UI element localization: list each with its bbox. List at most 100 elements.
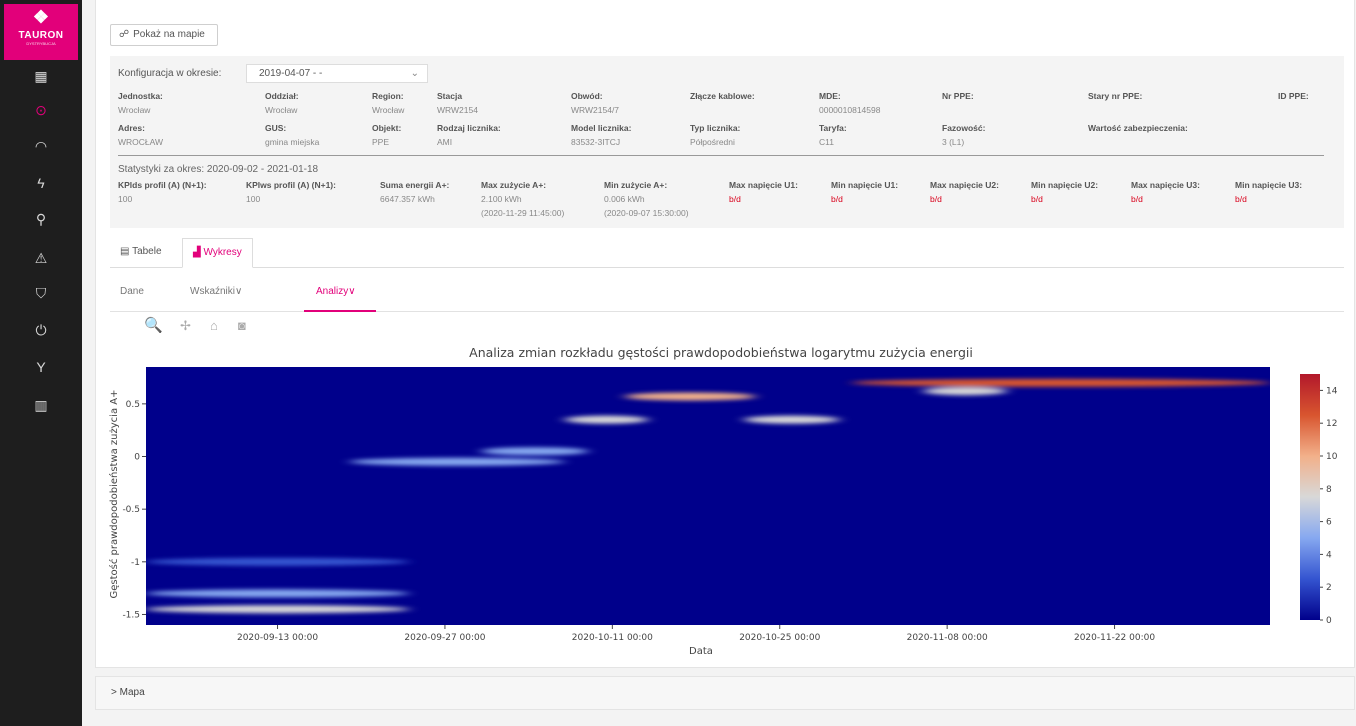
zabezpieczenie-label: Wartość zabezpieczenia: [1088, 123, 1188, 133]
y-tick-label: 0 [134, 453, 140, 463]
x-tick-label: 2020-11-08 00:00 [907, 633, 988, 643]
mde-value: 0000010814598 [819, 105, 881, 115]
min-zuzycie-date: (2020-09-07 15:30:00) [604, 208, 689, 218]
min-u1-label: Min napięcie U1: [831, 180, 899, 190]
max-zuzycie-label: Max zużycie A+: [481, 180, 547, 190]
kplws-label: KPlws profil (A) (N+1): [246, 180, 336, 190]
region-value: Wrocław [372, 105, 405, 115]
heatmap-hotspot [146, 589, 410, 598]
nr-ppe-label: Nr PPE: [942, 91, 974, 101]
camera-icon[interactable]: ◙ [238, 318, 246, 333]
pan-icon[interactable]: ✢ [180, 318, 191, 334]
gauge-icon[interactable]: ◠ [0, 132, 82, 160]
subtab-dane[interactable]: Dane [120, 286, 144, 297]
jednostka-value: Wrocław [118, 105, 151, 115]
adres-value: WROCŁAW [118, 137, 164, 147]
colorbar-tick-label: 14 [1326, 386, 1338, 396]
map-icon[interactable]: ▥ [0, 391, 82, 419]
config-period-select[interactable]: 2019-04-07 - - ⌄ [246, 64, 428, 83]
meter-icon[interactable]: ⊙ [0, 96, 82, 124]
taryfa-value: C11 [819, 137, 834, 147]
typ-licznika-value: Półpośredni [690, 137, 735, 147]
mde-label: MDE: [819, 91, 841, 101]
shield-icon[interactable]: ⛉ [0, 279, 82, 307]
location-pin-icon[interactable]: ⚲ [0, 205, 82, 233]
max-u1-value: b/d [729, 194, 741, 204]
min-zuzycie-value: 0.006 kWh [604, 194, 645, 204]
tauron-logo[interactable]: ❖ TAURON DYSTRYBUCJA [4, 4, 78, 60]
chart-title: Analiza zmian rozkładu gęstości prawdopo… [469, 345, 973, 360]
max-u2-value: b/d [930, 194, 942, 204]
tab-wykresy-label: Wykresy [203, 247, 242, 258]
chevron-down-icon: ⌄ [410, 68, 419, 79]
jednostka-label: Jednostka: [118, 91, 163, 101]
map-section-toggle[interactable]: > Mapa [95, 676, 1355, 710]
max-zuzycie-date: (2020-11-29 11:45:00) [481, 208, 565, 218]
rodzaj-licznika-label: Rodzaj licznika: [437, 123, 501, 133]
model-licznika-value: 83532-3ITCJ [571, 137, 621, 147]
heatmap-hotspot [851, 378, 1270, 387]
min-u1-value: b/d [831, 194, 843, 204]
logo-icon: ❖ [32, 7, 50, 27]
density-heatmap-chart[interactable]: Analiza zmian rozkładu gęstości prawdopo… [96, 336, 1346, 666]
warning-icon[interactable]: ⚠ [0, 244, 82, 272]
colorbar-tick-label: 2 [1326, 583, 1332, 593]
zoom-icon[interactable]: 🔍 [144, 316, 163, 334]
table-icon: ▤ [120, 246, 130, 257]
show-on-map-label: Pokaż na mapie [133, 29, 205, 40]
stacja-value: WRW2154 [437, 105, 478, 115]
tab-wykresy[interactable]: ▟ Wykresy [182, 238, 253, 268]
kplws-value: 100 [246, 194, 261, 204]
heatmap-hotspot [146, 605, 410, 614]
colorbar-tick-label: 0 [1326, 616, 1332, 626]
logo-name: TAURON [18, 30, 64, 41]
show-on-map-button[interactable]: ☍ Pokaż na mapie [110, 24, 218, 46]
rodzaj-licznika-value: AMI [437, 137, 453, 147]
min-u2-label: Min napięcie U2: [1031, 180, 1099, 190]
meter-info-panel: Konfiguracja w okresie: 2019-04-07 - - ⌄… [110, 56, 1344, 228]
stacja-label: Stacja [437, 91, 463, 101]
heatmap-hotspot [480, 447, 589, 456]
max-u2-label: Max napięcie U2: [930, 180, 999, 190]
y-tick-label: -1.5 [122, 610, 140, 620]
lightning-icon[interactable]: ϟ [0, 169, 82, 197]
typ-licznika-label: Typ licznika: [690, 123, 741, 133]
x-tick-label: 2020-11-22 00:00 [1074, 633, 1155, 643]
obiekt-value: PPE [372, 137, 390, 147]
y-tick-label: 0.5 [126, 400, 140, 410]
obwod-value: WRW2154/7 [571, 105, 620, 115]
oddzial-label: Oddział: [265, 91, 299, 101]
min-u3-label: Min napięcie U3: [1235, 180, 1303, 190]
x-tick-label: 2020-10-11 00:00 [572, 633, 653, 643]
oddzial-value: Wrocław [265, 105, 298, 115]
power-icon[interactable]: ⏻ [0, 316, 82, 344]
heatmap-hotspot [349, 457, 565, 466]
colorbar-tick-label: 12 [1326, 419, 1337, 429]
network-icon[interactable]: Y [0, 353, 82, 381]
subtab-analizy[interactable]: Analizy∨ [316, 286, 356, 297]
max-u1-label: Max napięcie U1: [729, 180, 798, 190]
gus-label: GUS: [265, 123, 287, 133]
adres-label: Adres: [118, 123, 145, 133]
tab-tabele[interactable]: ▤ Tabele [110, 238, 172, 268]
sidebar: ❖ TAURON DYSTRYBUCJA ▦ ⊙ ◠ ϟ ⚲ ⚠ ⛉ ⏻ Y ▥ [0, 0, 82, 726]
x-tick-label: 2020-09-13 00:00 [237, 633, 318, 643]
config-selected-value: 2019-04-07 - - [259, 68, 323, 79]
subtab-wskazniki[interactable]: Wskaźniki∨ [190, 286, 242, 297]
max-u3-value: b/d [1131, 194, 1143, 204]
home-icon[interactable]: ⌂ [210, 318, 218, 333]
info-separator [118, 155, 1324, 156]
obwod-label: Obwód: [571, 91, 603, 101]
y-tick-label: -1 [131, 558, 140, 568]
pin-icon: ☍ [119, 29, 130, 40]
grid-icon[interactable]: ▦ [0, 62, 82, 90]
chart-icon: ▟ [193, 247, 201, 258]
heatmap-hotspot [564, 415, 649, 424]
main-content: ☍ Pokaż na mapie Konfiguracja w okresie: … [95, 0, 1355, 726]
colorbar-tick-label: 10 [1326, 452, 1338, 462]
heatmap-hotspot [146, 557, 410, 566]
chart-subtabs: Dane Wskaźniki∨ Analizy∨ [110, 282, 1344, 312]
heatmap-hotspot [923, 387, 1007, 396]
logo-sub: DYSTRYBUCJA [26, 41, 56, 46]
colorbar [1300, 374, 1320, 620]
